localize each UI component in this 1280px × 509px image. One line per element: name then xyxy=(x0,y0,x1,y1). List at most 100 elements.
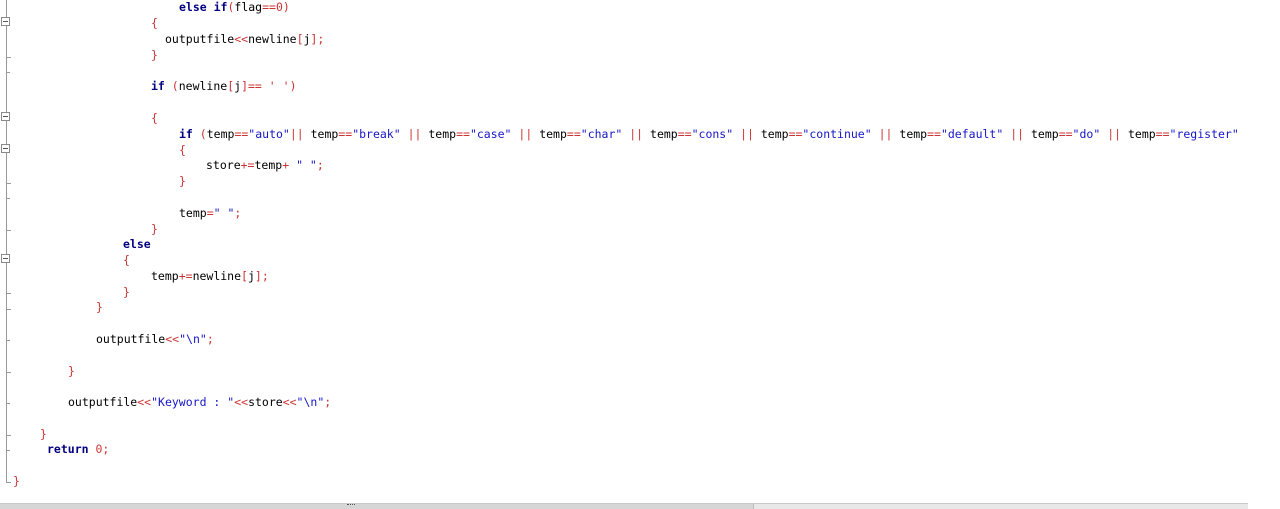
code-line: store+=temp+ " "; xyxy=(206,158,324,172)
scrollbar-grip-icon xyxy=(347,504,355,507)
operator-token: ( xyxy=(171,79,179,93)
code-line: { xyxy=(123,253,130,267)
horizontal-scrollbar[interactable] xyxy=(0,503,1248,509)
identifier-token: temp xyxy=(1024,127,1059,141)
code-line: outputfile<<newline[j]; xyxy=(165,32,324,46)
operator-token: == xyxy=(927,127,941,141)
code-line: { xyxy=(179,143,186,157)
code-line: } xyxy=(179,174,186,188)
operator-token: { xyxy=(179,143,186,157)
identifier-token xyxy=(193,127,200,141)
code-editor[interactable]: else if(flag==0) { outputfile<<newline[j… xyxy=(0,0,1280,509)
code-text-area[interactable]: else if(flag==0) { outputfile<<newline[j… xyxy=(0,0,1280,503)
identifier-token: outputfile xyxy=(165,32,235,46)
string-token: "register" xyxy=(1169,127,1239,141)
identifier-token: temp xyxy=(892,127,928,141)
identifier-token: temp xyxy=(1121,127,1156,141)
operator-token: } xyxy=(68,364,75,378)
identifier-token: temp xyxy=(532,127,567,141)
operator-token: == xyxy=(262,0,276,14)
operator-token: { xyxy=(123,253,130,267)
operator-token: [ xyxy=(241,269,248,283)
operator-token: || xyxy=(289,127,304,141)
string-token: "continue" xyxy=(802,127,872,141)
keyword-token: if xyxy=(179,127,193,141)
operator-token: || xyxy=(878,127,893,141)
operator-token: ) xyxy=(282,0,290,14)
keyword-token: if xyxy=(151,79,165,93)
code-line: return 0; xyxy=(47,442,109,456)
operator-token: ; xyxy=(234,206,242,220)
identifier-token: temp xyxy=(303,127,339,141)
operator-token: } xyxy=(13,474,20,488)
operator-token: ; xyxy=(316,158,324,172)
number-token: 0 xyxy=(275,0,283,14)
code-line: outputfile<<"\n"; xyxy=(96,332,214,346)
operator-token: ; xyxy=(102,442,110,456)
code-line: } xyxy=(13,474,20,488)
keyword-token: else if xyxy=(179,0,228,14)
operator-token: ; xyxy=(206,332,214,346)
operator-token: ; xyxy=(324,395,332,409)
string-token: " " xyxy=(296,158,317,172)
string-token: "do" xyxy=(1072,127,1101,141)
operator-token: || xyxy=(518,127,533,141)
operator-token: ( xyxy=(199,127,207,141)
code-line: } xyxy=(96,300,103,314)
identifier-token: temp xyxy=(254,158,283,172)
operator-token: ) xyxy=(289,79,297,93)
scrollbar-thumb[interactable] xyxy=(0,504,754,509)
operator-token: == xyxy=(788,127,803,141)
identifier-token: store xyxy=(248,395,283,409)
identifier-token: newline xyxy=(178,79,228,93)
code-line: temp=" "; xyxy=(179,206,241,220)
operator-token: || xyxy=(1010,127,1025,141)
operator-token: += xyxy=(240,158,255,172)
string-token: "char" xyxy=(580,127,623,141)
operator-token: == xyxy=(338,127,353,141)
string-token: "cons" xyxy=(691,127,734,141)
operator-token: || xyxy=(1107,127,1122,141)
operator-token: } xyxy=(151,222,158,236)
identifier-token: newline xyxy=(192,269,242,283)
identifier-token: outputfile xyxy=(68,395,138,409)
scrollbar-corner xyxy=(1248,503,1280,509)
operator-token: ]; xyxy=(254,269,269,283)
operator-token: { xyxy=(151,16,158,30)
operator-token: } xyxy=(151,48,158,62)
operator-token: || xyxy=(407,127,422,141)
operator-token: { xyxy=(151,111,158,125)
code-line: { xyxy=(151,111,158,125)
identifier-token: flag xyxy=(234,0,263,14)
operator-token: += xyxy=(178,269,193,283)
operator-token: || xyxy=(629,127,644,141)
string-token: "case" xyxy=(469,127,512,141)
identifier-token: store xyxy=(206,158,241,172)
operator-token: << xyxy=(282,395,297,409)
operator-token: << xyxy=(234,395,249,409)
operator-token: || xyxy=(740,127,754,141)
code-line: } xyxy=(40,427,47,441)
identifier-token: outputfile xyxy=(96,332,166,346)
identifier-token: temp xyxy=(179,206,207,220)
operator-token: << xyxy=(165,332,180,346)
operator-token: << xyxy=(234,32,249,46)
string-token: " " xyxy=(213,206,235,220)
identifier-token xyxy=(401,127,408,141)
identifier-token xyxy=(872,127,879,141)
code-line: if (temp=="auto"|| temp=="break" || temp… xyxy=(179,127,1239,141)
code-line: else xyxy=(123,237,151,251)
identifier-token: temp xyxy=(206,127,235,141)
operator-token: == xyxy=(1058,127,1073,141)
code-line: outputfile<<"Keyword : "<<store<<"\n"; xyxy=(68,395,331,409)
code-line: else if(flag==0) xyxy=(179,0,290,14)
string-token: "Keyword : " xyxy=(151,395,235,409)
code-line: if (newline[j]== ' ') xyxy=(151,79,297,93)
string-token: "default" xyxy=(940,127,1004,141)
operator-token: } xyxy=(40,427,47,441)
identifier-token: temp xyxy=(421,127,457,141)
code-line: temp+=newline[j]; xyxy=(151,269,269,283)
operator-token: } xyxy=(123,285,130,299)
code-line: } xyxy=(151,222,158,236)
string-token: "\n" xyxy=(296,395,325,409)
